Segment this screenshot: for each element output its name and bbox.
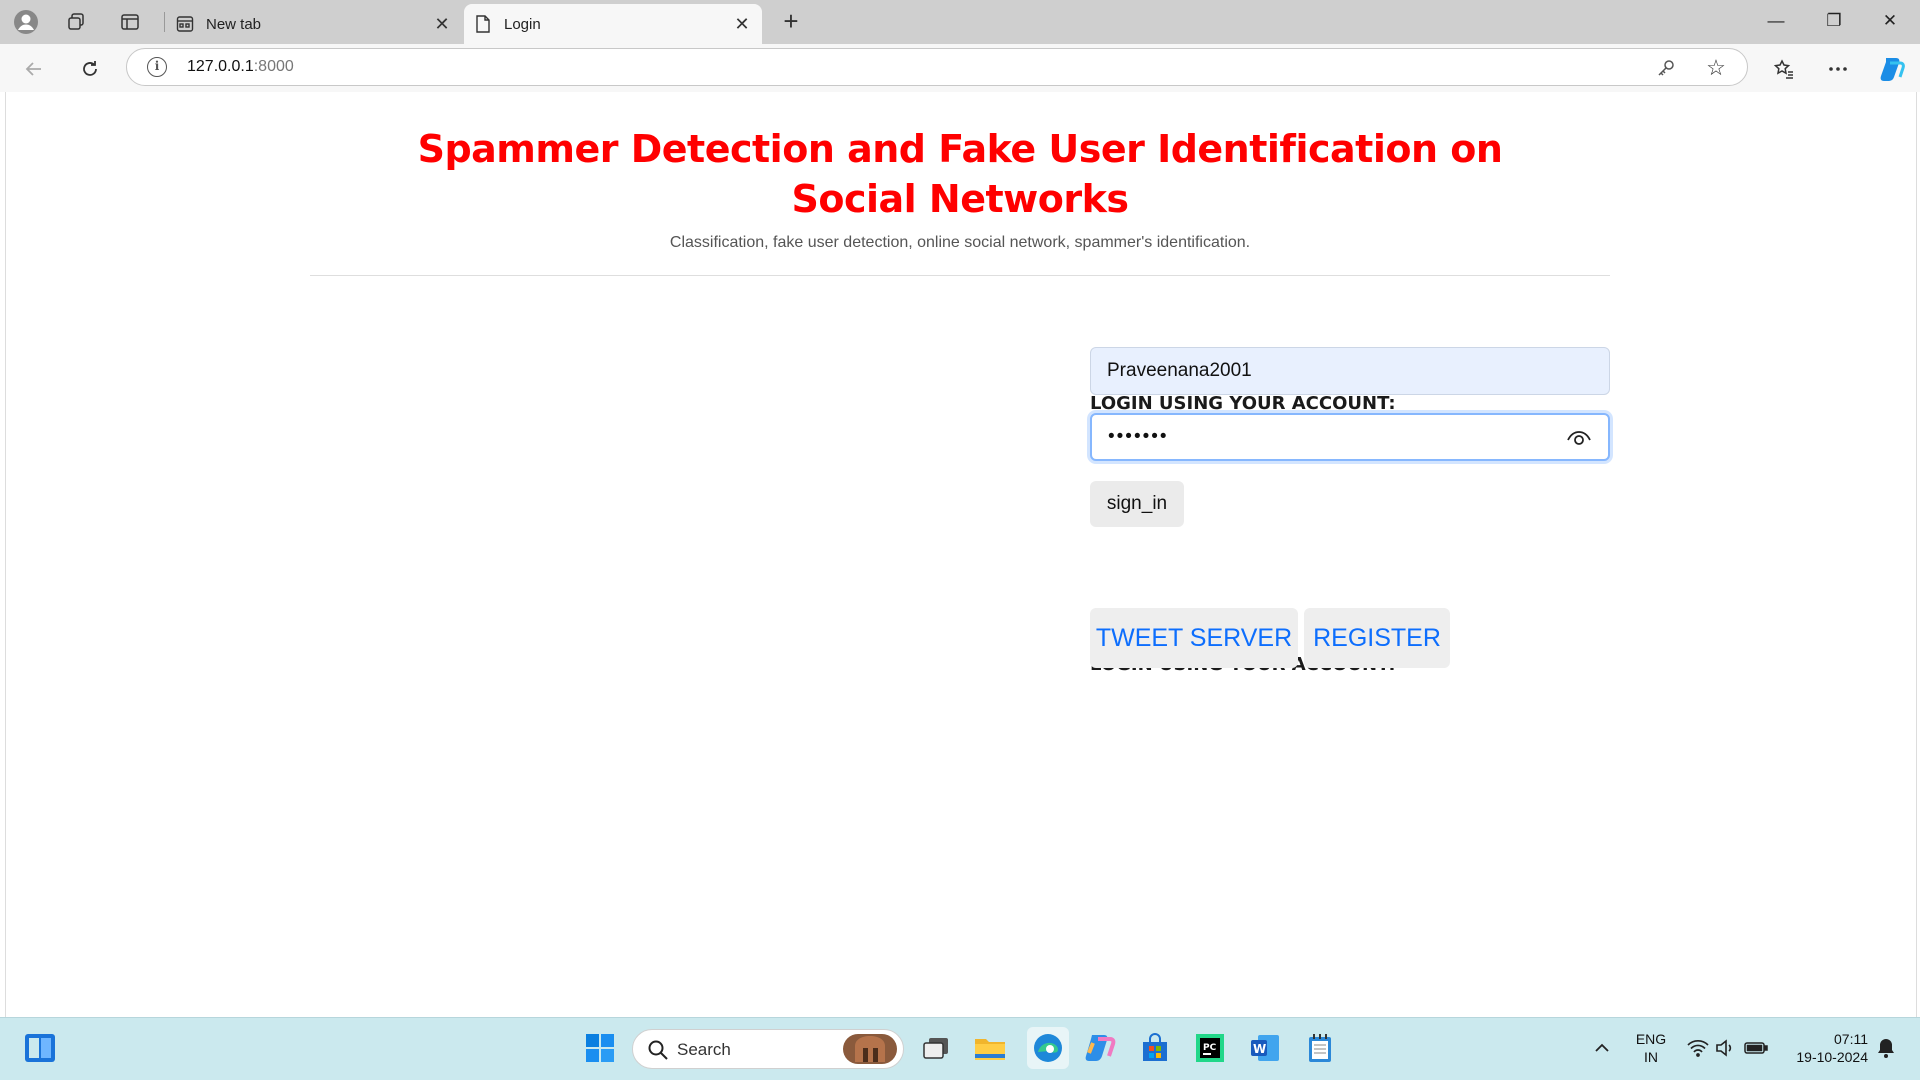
password-mask: ••••••• bbox=[1108, 426, 1169, 447]
browser-toolbar: i 127.0.0.1:8000 ☆ bbox=[0, 44, 1920, 92]
search-icon bbox=[648, 1040, 668, 1060]
tab-separator bbox=[164, 12, 165, 32]
browser-tab-bar: New tab ✕ Login ✕ + — ❐ ✕ bbox=[0, 0, 1920, 44]
show-password-eye-icon[interactable] bbox=[1566, 427, 1592, 449]
copilot-app-icon[interactable] bbox=[1082, 1030, 1118, 1066]
profile-icon[interactable] bbox=[12, 8, 40, 36]
new-tab-button[interactable]: + bbox=[776, 6, 806, 36]
close-tab-icon[interactable]: ✕ bbox=[730, 14, 754, 35]
edge-browser-icon[interactable] bbox=[1027, 1027, 1069, 1069]
show-hidden-icons-chevron-icon[interactable] bbox=[1584, 1030, 1620, 1066]
refresh-icon[interactable] bbox=[74, 53, 106, 85]
copilot-icon[interactable] bbox=[1876, 53, 1908, 85]
minimize-button[interactable]: — bbox=[1756, 6, 1796, 36]
clock-time: 07:11 bbox=[1834, 1031, 1868, 1047]
username-value: Praveenana2001 bbox=[1107, 360, 1252, 381]
new-tab-page-icon bbox=[176, 15, 194, 33]
tab-login[interactable]: Login ✕ bbox=[464, 4, 762, 44]
battery-icon[interactable] bbox=[1738, 1030, 1774, 1066]
favorites-icon[interactable] bbox=[1768, 53, 1800, 85]
microsoft-store-icon[interactable] bbox=[1137, 1030, 1173, 1066]
password-key-icon[interactable] bbox=[1655, 57, 1677, 79]
region-code: IN bbox=[1644, 1049, 1658, 1065]
file-explorer-icon[interactable] bbox=[972, 1030, 1008, 1066]
register-button[interactable]: REGISTER bbox=[1304, 608, 1450, 668]
more-options-icon[interactable] bbox=[1822, 53, 1854, 85]
notepad-icon[interactable] bbox=[1302, 1030, 1338, 1066]
page-icon bbox=[474, 15, 492, 33]
language-indicator[interactable]: ENG IN bbox=[1630, 1030, 1672, 1066]
address-bar[interactable]: i 127.0.0.1:8000 ☆ bbox=[126, 48, 1748, 86]
search-label: Search bbox=[677, 1040, 731, 1059]
search-highlight-image-icon bbox=[843, 1034, 897, 1064]
language-code: ENG bbox=[1635, 1031, 1667, 1047]
login-heading: LOGIN USING YOUR ACCOUNT: bbox=[1090, 393, 1396, 414]
page-subtitle: Classification, fake user detection, onl… bbox=[669, 234, 1251, 251]
page-viewport bbox=[5, 92, 1917, 1017]
sign-in-button[interactable]: sign_in bbox=[1090, 481, 1184, 527]
url-text: 127.0.0.1:8000 bbox=[187, 58, 294, 75]
tab-title: New tab bbox=[206, 15, 262, 33]
tab-title: Login bbox=[504, 15, 541, 33]
close-tab-icon[interactable]: ✕ bbox=[430, 14, 454, 35]
clock-date: 19-10-2024 bbox=[1796, 1049, 1868, 1065]
task-view-icon[interactable] bbox=[918, 1030, 954, 1066]
favorite-star-icon[interactable]: ☆ bbox=[1703, 55, 1729, 81]
password-field[interactable]: ••••••• bbox=[1090, 413, 1610, 461]
page-title: Spammer Detection and Fake User Identifi… bbox=[417, 127, 1503, 221]
site-info-icon[interactable]: i bbox=[147, 57, 167, 77]
word-icon[interactable]: W bbox=[1247, 1030, 1283, 1066]
close-window-button[interactable]: ✕ bbox=[1870, 6, 1910, 36]
header-divider bbox=[310, 275, 1610, 276]
username-field[interactable]: Praveenana2001 bbox=[1090, 347, 1610, 395]
workspaces-icon[interactable] bbox=[62, 8, 90, 36]
notification-bell-icon[interactable] bbox=[1868, 1030, 1904, 1066]
widgets-icon[interactable] bbox=[22, 1030, 58, 1066]
windows-taskbar: Search PC W ENG IN 07:11 19-10-2024 bbox=[0, 1017, 1920, 1080]
svg-text:PC: PC bbox=[1203, 1043, 1217, 1053]
tweet-server-button[interactable]: TWEET SERVER bbox=[1090, 608, 1298, 668]
svg-text:W: W bbox=[1253, 1042, 1266, 1056]
vertical-tabs-icon[interactable] bbox=[116, 8, 144, 36]
clock[interactable]: 07:11 19-10-2024 bbox=[1778, 1030, 1868, 1066]
windows-start-icon[interactable] bbox=[582, 1030, 618, 1066]
restore-button[interactable]: ❐ bbox=[1814, 6, 1854, 36]
taskbar-search-box[interactable]: Search bbox=[632, 1029, 904, 1069]
back-arrow-icon[interactable] bbox=[18, 53, 50, 85]
pycharm-icon[interactable]: PC bbox=[1192, 1030, 1228, 1066]
tab-new-tab[interactable]: New tab ✕ bbox=[166, 4, 462, 44]
